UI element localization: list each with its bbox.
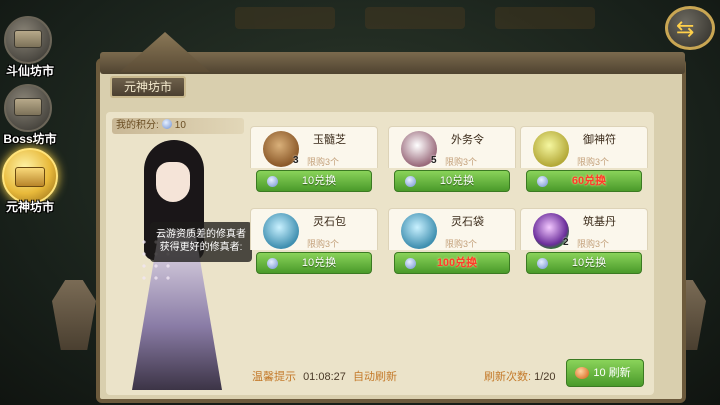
spirit-stone-bag-icon <box>263 213 299 249</box>
refresh-button-label: 10 刷新 <box>593 367 631 379</box>
exchange-button[interactable]: 10兑换 <box>256 170 372 192</box>
item-quantity: 3 <box>293 155 299 166</box>
npc-character <box>114 140 244 390</box>
top-decoration <box>225 0 625 36</box>
tooltip-line: 云游资质差的修真者 <box>156 229 246 240</box>
item-limit: 限购3个 <box>307 239 340 249</box>
item-card-body: 御神符 限购3个 <box>520 126 648 168</box>
exchange-button-label: 100兑换 <box>436 257 478 269</box>
tab-douxian-market[interactable]: 斗仙坊市 <box>0 16 60 88</box>
tab-yuanshen-market[interactable]: 元神坊市 <box>0 148 60 224</box>
tooltip-line: 获得更好的修真者: <box>159 242 243 253</box>
refresh-count-label: 刷新次数: <box>484 371 532 383</box>
points-coin-icon <box>267 258 278 269</box>
item-limit: 限购3个 <box>445 239 478 249</box>
score-display: 我的积分: 10 <box>112 118 244 134</box>
item-limit: 限购3个 <box>577 157 610 167</box>
spirit-stone-pouch-icon <box>401 213 437 249</box>
item-card-body: 2 筑基丹 限购3个 <box>520 208 648 250</box>
market-box-icon <box>14 98 42 116</box>
item-card: 2 筑基丹 限购3个 10兑换 <box>520 208 648 276</box>
refresh-countdown: 01:08:27 <box>303 371 346 383</box>
points-coin-icon <box>537 176 548 187</box>
exchange-button-label: 10兑换 <box>439 175 475 187</box>
exchange-button[interactable]: 10兑换 <box>526 252 642 274</box>
score-label: 我的积分: <box>116 120 159 131</box>
score-value: 10 <box>174 120 186 131</box>
tab-label: Boss坊市 <box>3 132 57 146</box>
refresh-button[interactable]: 10 刷新 <box>566 359 644 387</box>
item-card-body: 3 玉髓芝 限购3个 <box>250 126 378 168</box>
tab-label: 斗仙坊市 <box>5 64 54 78</box>
item-quantity: 5 <box>431 155 437 166</box>
market-box-icon <box>15 167 45 187</box>
refresh-count-value: 1/20 <box>534 371 556 383</box>
points-coin-icon <box>161 119 172 129</box>
refresh-count: 刷新次数: 1/20 <box>484 368 556 384</box>
character-face <box>156 162 190 202</box>
points-coin-icon <box>267 176 278 187</box>
refresh-tip: 温馨提示 01:08:27 自动刷新 <box>252 368 397 384</box>
item-name: 灵石袋 <box>451 216 484 228</box>
item-card: 灵石袋 限购3个 100兑换 <box>388 208 516 276</box>
exchange-button-label: 10兑换 <box>301 175 337 187</box>
exchange-button[interactable]: 100兑换 <box>394 252 510 274</box>
item-card: 3 玉髓芝 限购3个 10兑换 <box>250 126 378 194</box>
item-name: 御神符 <box>583 134 616 146</box>
gem-icon <box>575 367 589 379</box>
item-card: 5 外务令 限购3个 10兑换 <box>388 126 516 194</box>
tab-boss-market[interactable]: Boss坊市 <box>0 84 60 156</box>
exchange-button-label: 10兑换 <box>571 257 607 269</box>
item-card-body: 5 外务令 限购3个 <box>388 126 516 168</box>
swap-arrow-icon: ⇆ <box>676 16 695 41</box>
exchange-button[interactable]: 10兑换 <box>256 252 372 274</box>
market-box-icon <box>14 30 42 48</box>
item-card: 灵石包 限购3个 10兑换 <box>250 208 378 276</box>
exchange-button[interactable]: 60兑换 <box>526 170 642 192</box>
points-coin-icon <box>405 258 416 269</box>
exchange-button-label: 10兑换 <box>301 257 337 269</box>
item-name: 灵石包 <box>313 216 346 228</box>
auto-refresh-label: 自动刷新 <box>352 371 397 383</box>
item-card-body: 灵石袋 限购3个 <box>388 208 516 250</box>
exchange-button[interactable]: 10兑换 <box>394 170 510 192</box>
tab-label: 元神坊市 <box>5 200 54 214</box>
item-name: 筑基丹 <box>583 216 616 228</box>
item-limit: 限购3个 <box>445 157 478 167</box>
item-name: 玉髓芝 <box>313 134 346 146</box>
item-card-body: 灵石包 限购3个 <box>250 208 378 250</box>
item-quantity: 2 <box>563 237 569 248</box>
tip-label: 温馨提示 <box>252 371 296 383</box>
exchange-button-label: 60兑换 <box>571 175 607 187</box>
item-limit: 限购3个 <box>307 157 340 167</box>
item-card: 御神符 限购3个 60兑换 <box>520 126 648 194</box>
points-coin-icon <box>405 176 416 187</box>
back-button[interactable]: ⇆ <box>665 6 715 50</box>
npc-tooltip: 云游资质差的修真者 获得更好的修真者: <box>150 222 252 262</box>
page-title: 元神坊市 <box>110 76 186 98</box>
points-coin-icon <box>537 258 548 269</box>
item-limit: 限购3个 <box>577 239 610 249</box>
item-name: 外务令 <box>451 134 484 146</box>
talisman-icon <box>533 131 569 167</box>
